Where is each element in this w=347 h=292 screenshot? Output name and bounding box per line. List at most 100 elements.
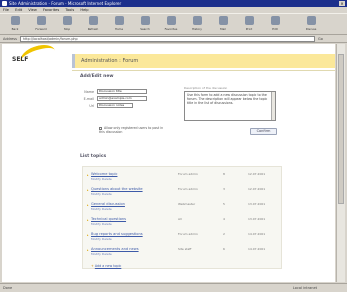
topic-link[interactable]: Bug reports and suggestions <box>91 232 143 236</box>
topic-actions[interactable]: Modify Delete <box>91 222 112 226</box>
bullet-icon: ▸ <box>87 233 89 237</box>
bullet-icon: ▸ <box>87 173 89 177</box>
vertical-scrollbar[interactable] <box>336 44 345 282</box>
topic-date: 14.07.2001 <box>248 232 266 236</box>
history-button[interactable]: History <box>186 16 208 34</box>
edit-button[interactable]: Edit <box>264 16 286 34</box>
bullet-icon: ▸ <box>87 218 89 222</box>
topic-date: 13.07.2001 <box>248 202 266 206</box>
status-bar: Done Local intranet <box>0 283 347 292</box>
topic-author: Webmaster <box>178 202 196 206</box>
description-textarea[interactable]: Use this form to add a new discussion to… <box>184 91 276 121</box>
list-item: ▸ Welcome topic Modify Delete Forum admi… <box>83 171 283 185</box>
forward-icon <box>36 16 46 25</box>
topic-date: 12.07.2001 <box>248 172 266 176</box>
topic-author: Site staff <box>178 247 192 251</box>
zone-indicator: Local intranet <box>292 286 317 290</box>
back-icon <box>10 16 20 25</box>
email-field[interactable]: admin@example.com <box>97 96 147 101</box>
browser-window: Site Administration - Forum - Microsoft … <box>0 0 347 292</box>
topic-actions[interactable]: Modify Delete <box>91 237 112 241</box>
url-field[interactable]: Discussion notes <box>97 103 133 108</box>
list-item: ▸ Technical questions Modify Delete All … <box>83 216 283 230</box>
close-button[interactable]: × <box>339 1 345 6</box>
page-title: Administration : Forum <box>81 58 139 64</box>
menu-edit[interactable]: Edit <box>15 8 22 12</box>
confirm-button[interactable]: Confirm <box>250 128 277 135</box>
address-bar: Address http://localhost/admin/forum.php… <box>0 35 347 43</box>
menu-help[interactable]: Help <box>80 8 88 12</box>
site-logo: SELF <box>12 44 59 72</box>
topic-link[interactable]: General discussion <box>91 202 125 206</box>
textarea-scrollbar[interactable] <box>271 92 275 120</box>
discuss-button[interactable]: Discuss <box>300 16 322 34</box>
topic-count: 4 <box>223 217 225 221</box>
discuss-icon <box>306 16 316 25</box>
scrollbar-thumb[interactable] <box>338 54 344 204</box>
menu-file[interactable]: File <box>3 8 9 12</box>
forward-button[interactable]: Forward <box>30 16 52 34</box>
topics-list: ▸ Welcome topic Modify Delete Forum admi… <box>82 166 282 269</box>
home-button[interactable]: Home <box>108 16 130 34</box>
search-button[interactable]: Search <box>134 16 156 34</box>
topic-actions[interactable]: Modify Delete <box>91 192 112 196</box>
window-title: Site Administration - Forum - Microsoft … <box>9 1 122 6</box>
mail-button[interactable]: Mail <box>212 16 234 34</box>
topic-actions[interactable]: Modify Delete <box>91 177 112 181</box>
list-item: ▸ General discussion Modify Delete Webma… <box>83 201 283 215</box>
refresh-button[interactable]: Refresh <box>82 16 104 34</box>
address-label: Address <box>3 37 17 41</box>
print-button[interactable]: Print <box>238 16 260 34</box>
go-button[interactable]: Go <box>318 36 323 42</box>
edit-icon <box>270 16 280 25</box>
menu-favorites[interactable]: Favorites <box>43 8 59 12</box>
topic-actions[interactable]: Modify Delete <box>91 207 112 211</box>
topic-date: 14.07.2001 <box>248 247 266 251</box>
header-divider <box>72 70 335 71</box>
toolbar: Back Forward Stop Refresh Home Search Fa… <box>0 13 347 35</box>
bullet-icon: ▸ <box>87 248 89 252</box>
back-button[interactable]: Back <box>4 16 26 34</box>
description-label: Description of the discussion <box>184 86 228 90</box>
topic-author: Forum admin <box>178 232 198 236</box>
home-icon <box>114 16 124 25</box>
name-field[interactable]: Discussion title <box>97 89 147 94</box>
topic-count: 5 <box>223 202 225 206</box>
topic-date: 13.07.2001 <box>248 217 266 221</box>
menu-view[interactable]: View <box>28 8 37 12</box>
list-item: ▸ Questions about the website Modify Del… <box>83 186 283 200</box>
favorites-icon <box>166 16 176 25</box>
browser-icon <box>2 1 7 6</box>
url-label: Url <box>89 104 94 108</box>
list-item: ▸ Announcements and news Modify Delete S… <box>83 246 283 260</box>
name-label: Name <box>84 90 94 94</box>
bullet-icon: ▸ <box>87 203 89 207</box>
topic-author: Forum admin <box>178 172 198 176</box>
topic-count: 2 <box>223 232 225 236</box>
search-icon <box>140 16 150 25</box>
favorites-button[interactable]: Favorites <box>160 16 182 34</box>
registered-only-checkbox[interactable]: Allow only registered users to post in t… <box>99 126 169 134</box>
print-icon <box>244 16 254 25</box>
status-text: Done <box>3 286 13 290</box>
topic-link[interactable]: Announcements and news <box>91 247 139 251</box>
topic-link[interactable]: Welcome topic <box>91 172 117 176</box>
menu-tools[interactable]: Tools <box>65 8 74 12</box>
email-label: E-mail <box>83 97 94 101</box>
bullet-icon: ▸ <box>87 188 89 192</box>
topic-link[interactable]: Questions about the website <box>91 187 143 191</box>
list-section-heading: List topics <box>80 154 107 159</box>
checkbox-label: Allow only registered users to post in t… <box>99 126 164 134</box>
page-header: Administration : Forum <box>72 54 335 68</box>
add-topic-link[interactable]: + Add a new topic <box>91 264 121 268</box>
address-input[interactable]: http://localhost/admin/forum.php <box>20 36 315 42</box>
history-icon <box>192 16 202 25</box>
topic-count: 8 <box>223 172 225 176</box>
topic-actions[interactable]: Modify Delete <box>91 252 112 256</box>
stop-button[interactable]: Stop <box>56 16 78 34</box>
list-item: ▸ Bug reports and suggestions Modify Del… <box>83 231 283 245</box>
topic-link[interactable]: Technical questions <box>91 217 126 221</box>
add-section-heading: Add/Edit new <box>80 74 114 79</box>
logo-text: SELF <box>12 56 29 63</box>
topic-author: All <box>178 217 182 221</box>
